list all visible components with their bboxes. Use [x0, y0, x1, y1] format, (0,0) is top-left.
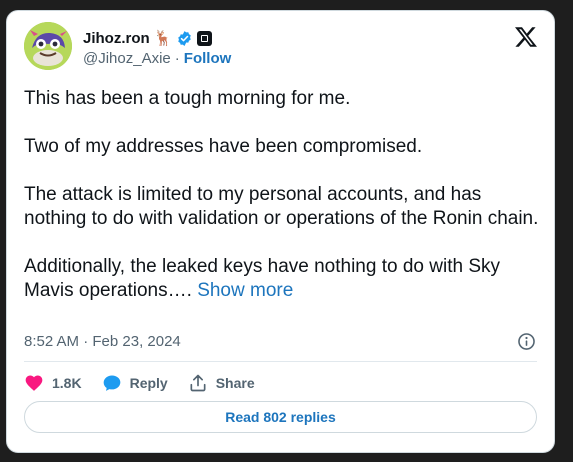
avatar-image	[24, 22, 72, 70]
speech-bubble-icon	[103, 375, 120, 391]
tweet-paragraph: This has been a tough morning for me.	[24, 88, 351, 109]
author-display-name[interactable]: Jihoz.ron	[83, 30, 150, 47]
divider	[24, 361, 537, 362]
author-handle-row: @Jihoz_Axie · Follow	[83, 50, 231, 67]
tweet-text: This has been a tough morning for me. Tw…	[24, 87, 539, 303]
x-logo-icon[interactable]	[514, 25, 538, 49]
affiliation-badge-icon[interactable]	[197, 30, 213, 46]
author-name-row: Jihoz.ron 🦌	[83, 28, 213, 48]
tweet-paragraph: Two of my addresses have been compromise…	[24, 136, 423, 157]
info-icon[interactable]	[517, 332, 536, 351]
follow-link[interactable]: Follow	[184, 50, 232, 67]
heart-icon	[25, 375, 43, 391]
read-replies-button[interactable]: Read 802 replies	[24, 401, 537, 433]
reply-button[interactable]: Reply	[102, 373, 168, 393]
reply-label: Reply	[129, 375, 168, 391]
share-label: Share	[215, 375, 255, 391]
action-bar: 1.8K Reply Share	[24, 371, 275, 395]
show-more-link[interactable]: Show more	[197, 280, 293, 301]
share-button[interactable]: Share	[188, 373, 255, 393]
avatar[interactable]	[24, 22, 72, 70]
verified-badge-icon[interactable]	[176, 30, 193, 47]
name-emoji: 🦌	[153, 29, 173, 47]
tweet-paragraph-last: Additionally, the leaked keys have nothi…	[24, 255, 539, 303]
author-handle[interactable]: @Jihoz_Axie	[83, 50, 171, 67]
share-upload-icon	[190, 374, 206, 392]
handle-separator: ·	[174, 50, 180, 67]
like-count: 1.8K	[52, 375, 82, 391]
tweet-card: Jihoz.ron 🦌 @Jihoz_Axie · Follow This ha…	[6, 10, 555, 453]
tweet-paragraph: The attack is limited to my personal acc…	[24, 184, 539, 229]
tweet-timestamp[interactable]: 8:52 AM · Feb 23, 2024	[24, 333, 181, 350]
like-button[interactable]: 1.8K	[24, 373, 82, 393]
